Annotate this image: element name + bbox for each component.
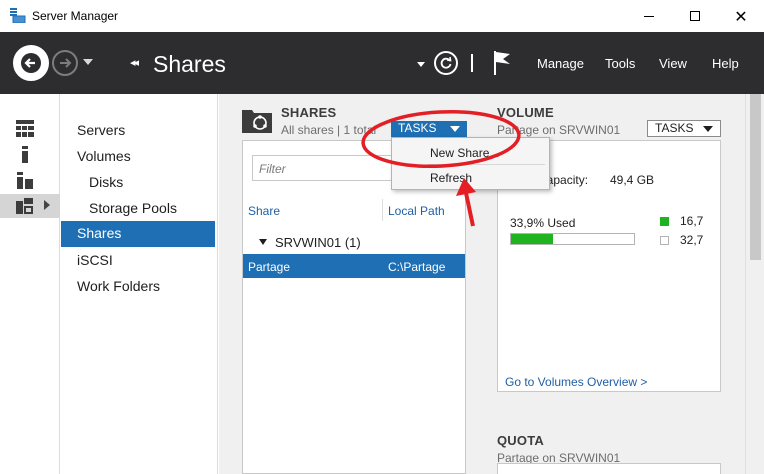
nav-item-servers[interactable]: Servers (61, 118, 215, 144)
nav-item-volumes[interactable]: Volumes (61, 144, 215, 170)
menu-item-refresh[interactable]: Refresh (392, 167, 549, 189)
nav-item-disks[interactable]: Disks (61, 170, 215, 196)
window-title: Server Manager (32, 9, 119, 23)
rail-item-file-storage[interactable] (0, 194, 60, 218)
file-storage-icon (16, 198, 33, 214)
collapse-caret-icon[interactable] (259, 239, 267, 245)
used-value: 16,7 (680, 214, 704, 228)
filter-placeholder: Filter (259, 162, 286, 176)
free-legend-swatch (660, 236, 669, 245)
shares-panel: Filter Share Local Path SRVWIN01 (1) Par… (242, 140, 466, 474)
maximize-icon (690, 11, 700, 21)
shares-section-title: SHARES (281, 105, 337, 120)
toolbar-divider (471, 54, 473, 72)
forward-arrow-icon (60, 58, 72, 68)
menu-manage[interactable]: Manage (537, 56, 584, 71)
refresh-button[interactable] (434, 51, 458, 75)
volume-tasks-label: TASKS (655, 121, 694, 135)
shares-folder-icon (242, 110, 272, 133)
tasks-dropdown-menu: New Share... Refresh (391, 137, 550, 190)
shares-section-subtitle: All shares | 1 total (281, 123, 377, 137)
history-dropdown-icon[interactable] (83, 59, 93, 65)
shares-tasks-button[interactable]: TASKS (391, 121, 467, 137)
volume-section-title: VOLUME (497, 105, 554, 120)
local-server-icon[interactable] (16, 146, 34, 163)
all-servers-icon[interactable] (16, 172, 34, 189)
close-icon: ✕ (734, 6, 748, 26)
breadcrumb-title: Shares (153, 51, 226, 77)
column-header-local-path[interactable]: Local Path (388, 204, 445, 218)
scrollbar-thumb[interactable] (750, 94, 761, 260)
minimize-button[interactable] (626, 0, 672, 32)
title-bar: Server Manager ✕ (0, 0, 764, 32)
capacity-value: 49,4 GB (610, 173, 655, 187)
column-header-share[interactable]: Share (248, 204, 280, 218)
refresh-icon (440, 56, 452, 69)
back-arrow-icon (21, 53, 41, 73)
server-manager-icon (10, 8, 26, 23)
breadcrumb-arrows-icon: ◂◂ (130, 56, 139, 69)
maximize-button[interactable] (672, 0, 718, 32)
notifications-flag-icon[interactable] (491, 49, 513, 77)
menu-help[interactable]: Help (712, 56, 739, 71)
dashboard-icon[interactable] (16, 120, 34, 137)
quota-panel (497, 463, 721, 474)
used-label: 33,9% Used (510, 216, 576, 230)
toolbar: ◂◂ Shares Manage Tools View Help (0, 32, 764, 94)
close-button[interactable]: ✕ (718, 0, 764, 32)
nav-item-shares[interactable]: Shares (61, 221, 215, 247)
used-legend-swatch (660, 217, 669, 226)
nav-item-storage-pools[interactable]: Storage Pools (61, 196, 215, 222)
left-rail (0, 94, 60, 474)
volume-section-subtitle: Partage on SRVWIN01 (497, 123, 621, 137)
volumes-overview-link[interactable]: Go to Volumes Overview > (505, 375, 647, 389)
nav-tree: Servers Volumes Disks Storage Pools Shar… (61, 94, 218, 474)
nav-item-work-folders[interactable]: Work Folders (61, 274, 215, 300)
column-divider[interactable] (382, 199, 383, 221)
table-row[interactable]: Partage C:\Partage (243, 254, 465, 278)
menu-separator (428, 164, 545, 165)
minimize-icon (644, 15, 654, 17)
group-label: SRVWIN01 (1) (275, 235, 361, 250)
menu-view[interactable]: View (659, 56, 687, 71)
nav-item-iscsi[interactable]: iSCSI (61, 248, 215, 274)
expand-arrow-icon (44, 200, 50, 210)
free-value: 32,7 (680, 233, 704, 247)
menu-item-new-share[interactable]: New Share... (392, 142, 549, 164)
forward-button[interactable] (52, 50, 78, 76)
group-row-srvwin01[interactable]: SRVWIN01 (1) (243, 233, 465, 253)
share-name-cell: Partage (248, 260, 291, 274)
filter-input[interactable]: Filter (252, 155, 412, 181)
chevron-down-icon (450, 126, 460, 132)
menu-tools[interactable]: Tools (605, 56, 635, 71)
quota-section-title: QUOTA (497, 433, 544, 448)
used-progress-bar (510, 233, 635, 245)
used-progress-fill (511, 234, 553, 244)
vertical-scrollbar[interactable] (745, 94, 764, 474)
chevron-down-icon (703, 126, 713, 132)
breadcrumb-dropdown-icon[interactable] (417, 62, 425, 67)
shares-tasks-label: TASKS (398, 121, 437, 135)
local-path-cell: C:\Partage (388, 260, 446, 274)
back-button[interactable] (13, 45, 49, 81)
volume-tasks-button[interactable]: TASKS (647, 120, 721, 137)
